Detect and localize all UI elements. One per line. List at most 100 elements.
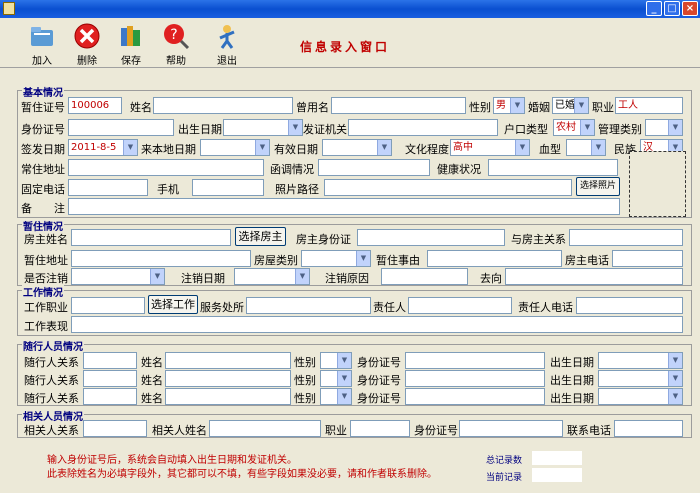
follower-rel-label: 随行人关系	[24, 374, 79, 387]
gender-select[interactable]: 男 ▼	[493, 97, 525, 114]
remark-label: 备 注	[21, 202, 65, 215]
issuer-field[interactable]	[348, 119, 498, 136]
landlord-name-label: 房主姓名	[24, 233, 68, 246]
follower-name-label: 姓名	[141, 374, 163, 387]
temp-addr-field[interactable]	[71, 250, 251, 267]
follower-gender-label: 性别	[294, 356, 316, 369]
follower-birth-label: 出生日期	[550, 374, 594, 387]
reason-field[interactable]	[427, 250, 562, 267]
remark-field[interactable]	[68, 198, 620, 215]
follower-name-field[interactable]	[165, 370, 291, 387]
page-title: 信息录入窗口	[300, 40, 391, 54]
landlord-name-field[interactable]	[71, 229, 231, 246]
job-field[interactable]: 工人	[615, 97, 683, 114]
sign-date-picker[interactable]: 2011-8-5 ▼	[68, 139, 138, 156]
follower-gender-label: 性别	[294, 374, 316, 387]
landlord-phone-field[interactable]	[612, 250, 683, 267]
follower-birth-picker[interactable]: ▼	[598, 388, 683, 405]
follower-rel-field[interactable]	[83, 370, 137, 387]
valid-date-picker[interactable]: ▼	[322, 139, 392, 156]
responsible-field[interactable]	[408, 297, 512, 314]
name-field[interactable]	[153, 97, 293, 114]
related-name-label: 相关人姓名	[152, 424, 207, 437]
hint-line-2: 此表除姓名为必填字段外，其它都可以不填，有些字段如果没必要，请和作者联系删除。	[47, 469, 437, 480]
alias-field[interactable]	[331, 97, 466, 114]
follower-birth-picker[interactable]: ▼	[598, 370, 683, 387]
follower-rel-field[interactable]	[83, 388, 137, 405]
chevron-down-icon: ▼	[123, 140, 137, 155]
house-type-select[interactable]: ▼	[301, 250, 371, 267]
chevron-down-icon: ▼	[574, 98, 588, 113]
svg-text:?: ?	[170, 27, 177, 43]
destination-field[interactable]	[505, 268, 683, 285]
save-books-icon	[121, 26, 140, 46]
phone-field[interactable]	[68, 179, 148, 196]
chevron-down-icon: ▼	[356, 251, 370, 266]
cancel-date-picker[interactable]: ▼	[234, 268, 310, 285]
birth-date-picker[interactable]: ▼	[223, 119, 303, 136]
follower-name-field[interactable]	[165, 388, 291, 405]
relation-field[interactable]	[569, 229, 683, 246]
relation-label: 与房主关系	[511, 233, 566, 246]
follower-rel-field[interactable]	[83, 352, 137, 369]
related-rel-field[interactable]	[83, 420, 147, 437]
arrival-date-picker[interactable]: ▼	[200, 139, 270, 156]
help-button[interactable]: ? 帮助	[156, 22, 196, 67]
follower-id-field[interactable]	[405, 388, 545, 405]
follower-id-field[interactable]	[405, 370, 545, 387]
alias-label: 曾用名	[296, 101, 329, 114]
follower-gender-select[interactable]: ▼	[320, 352, 352, 369]
work-job-field[interactable]	[71, 297, 145, 314]
function-field[interactable]	[318, 159, 430, 176]
cancel-reason-field[interactable]	[381, 268, 468, 285]
add-folder-icon	[31, 27, 53, 46]
landlord-id-field[interactable]	[357, 229, 505, 246]
related-job-field[interactable]	[350, 420, 410, 437]
help-magnifier-icon: ?	[164, 24, 190, 50]
group-title: 随行人员情况	[22, 338, 84, 353]
follower-name-field[interactable]	[165, 352, 291, 369]
education-select[interactable]: 高中 ▼	[450, 139, 530, 156]
responsible-phone-field[interactable]	[576, 297, 683, 314]
performance-field[interactable]	[71, 316, 683, 333]
photo-path-field[interactable]	[324, 179, 572, 196]
home-addr-field[interactable]	[68, 159, 264, 176]
follower-id-field[interactable]	[405, 352, 545, 369]
cancelled-select[interactable]: ▼	[71, 268, 165, 285]
mgmt-type-select[interactable]: ▼	[645, 119, 683, 136]
follower-gender-select[interactable]: ▼	[320, 370, 352, 387]
related-id-field[interactable]	[459, 420, 563, 437]
close-button[interactable]: ×	[682, 1, 698, 16]
minimize-button[interactable]: _	[646, 1, 662, 16]
chevron-down-icon: ▼	[580, 120, 594, 135]
follower-birth-label: 出生日期	[550, 356, 594, 369]
exit-button[interactable]: 退出	[207, 22, 247, 67]
follower-rel-label: 随行人关系	[24, 392, 79, 405]
mobile-field[interactable]	[192, 179, 264, 196]
temp-id-field[interactable]: 100006	[68, 97, 122, 114]
service-place-field[interactable]	[246, 297, 371, 314]
delete-button[interactable]: 删除	[67, 22, 107, 67]
choose-photo-button[interactable]: 选择照片	[576, 177, 620, 196]
education-label: 文化程度	[405, 143, 449, 156]
total-records-label: 总记录数	[486, 456, 523, 466]
blood-select[interactable]: ▼	[566, 139, 606, 156]
phone-label: 固定电话	[21, 183, 65, 196]
related-name-field[interactable]	[209, 420, 321, 437]
follower-birth-picker[interactable]: ▼	[598, 352, 683, 369]
hukou-type-select[interactable]: 农村 ▼	[553, 119, 595, 136]
group-title: 相关人员情况	[22, 408, 84, 423]
follower-rel-label: 随行人关系	[24, 356, 79, 369]
idcard-field[interactable]	[68, 119, 174, 136]
related-phone-field[interactable]	[614, 420, 683, 437]
follower-gender-select[interactable]: ▼	[320, 388, 352, 405]
maximize-button[interactable]: □	[664, 1, 680, 16]
save-button[interactable]: 保存	[111, 22, 151, 67]
related-job-label: 职业	[325, 424, 347, 437]
sign-date-label: 签发日期	[21, 143, 65, 156]
add-button[interactable]: 加入	[22, 22, 62, 67]
choose-work-button[interactable]: 选择工作	[148, 295, 198, 314]
health-field[interactable]	[488, 159, 618, 176]
choose-landlord-button[interactable]: 选择房主	[235, 227, 286, 246]
marital-select[interactable]: 已婚 ▼	[552, 97, 589, 114]
